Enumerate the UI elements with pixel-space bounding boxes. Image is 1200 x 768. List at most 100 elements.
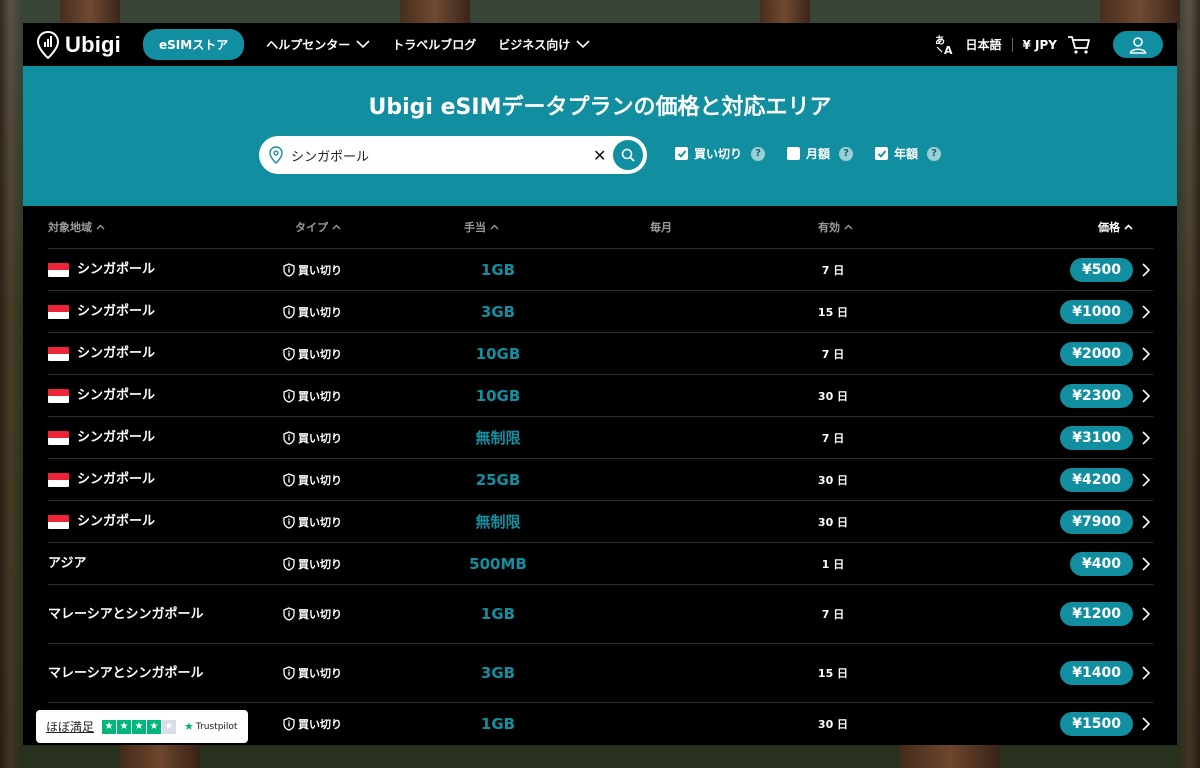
table-row[interactable]: シンガポール 買い切り 無制限 30 日 ¥7900 (48, 501, 1153, 543)
shield-info-icon (283, 472, 295, 487)
table-row[interactable]: シンガポール 買い切り 1GB 7 日 ¥500 (48, 249, 1153, 291)
table-row[interactable]: シンガポール 買い切り 10GB 7 日 ¥2000 (48, 333, 1153, 375)
trustpilot-rating-text[interactable]: ほぼ満足 (46, 718, 94, 735)
row-arrow[interactable] (1139, 333, 1153, 374)
shield-info-icon (283, 388, 295, 403)
allowance-cell: 1GB (480, 260, 516, 279)
col-price-header[interactable]: 価格 (1098, 219, 1133, 235)
price-button[interactable]: ¥1000 (1060, 299, 1133, 324)
search-icon (621, 148, 635, 162)
price-cell: ¥1500 (1060, 703, 1133, 745)
col-allowance-header[interactable]: 手当 (464, 219, 499, 235)
checkbox-checked[interactable] (875, 147, 889, 160)
checkbox-unchecked[interactable] (787, 147, 801, 160)
table-row[interactable]: シンガポール 買い切り 無制限 7 日 ¥3100 (48, 417, 1153, 459)
chevron-down-icon (356, 40, 370, 49)
plan-type: 買い切り (298, 515, 342, 529)
type-cell: 買い切り (283, 333, 342, 374)
col-label: 対象地域 (48, 221, 92, 234)
plan-type: 買い切り (298, 608, 342, 621)
nav-travel-blog[interactable]: トラベルブログ (392, 36, 476, 53)
region-cell: シンガポール (48, 249, 218, 290)
search-bar: ✕ (259, 136, 647, 174)
price-cell: ¥1000 (1060, 291, 1133, 332)
table-row[interactable]: マレーシアとシンガポール 買い切り 1GB 7 日 ¥1200 (48, 585, 1153, 644)
checkbox-checked[interactable] (675, 147, 688, 160)
trustpilot-widget[interactable]: ほぼ満足 ★ ★ ★ ★ ★ ★ Trustpilot (36, 710, 248, 743)
allowance-cell: 1GB (480, 715, 516, 733)
table-header: 対象地域 タイプ 手当 毎月 有効 価格 (48, 206, 1153, 249)
row-arrow[interactable] (1139, 459, 1153, 500)
language-selector[interactable]: 日本語 (966, 36, 1002, 53)
singapore-flag-icon (48, 430, 69, 445)
plan-type: 買い切り (298, 667, 342, 680)
currency-selector[interactable]: ¥ JPY (1023, 38, 1057, 52)
translate-icon[interactable]: あ A (934, 34, 956, 56)
help-icon[interactable]: ? (839, 146, 854, 161)
row-arrow[interactable] (1139, 543, 1153, 584)
search-input[interactable] (289, 146, 583, 164)
rating-star-icon: ★ (102, 719, 117, 734)
price-button[interactable]: ¥4200 (1060, 467, 1133, 492)
filter-monthly[interactable]: 月額 ? (787, 145, 854, 162)
price-cell: ¥1200 (1060, 585, 1133, 643)
search-button[interactable] (613, 140, 643, 170)
row-arrow[interactable] (1139, 501, 1153, 542)
chevron-right-icon (1142, 430, 1150, 445)
price-button[interactable]: ¥2000 (1060, 341, 1133, 366)
row-arrow[interactable] (1139, 375, 1153, 416)
row-arrow[interactable] (1139, 249, 1153, 290)
nav-business[interactable]: ビジネス向け (498, 36, 590, 53)
nav-help-center-label: ヘルプセンター (266, 38, 351, 52)
price-button[interactable]: ¥2300 (1060, 383, 1133, 408)
ubigi-logo[interactable]: Ubigi (37, 30, 121, 59)
nav-help-center[interactable]: ヘルプセンター (266, 36, 370, 53)
col-region-header[interactable]: 対象地域 (48, 219, 105, 235)
row-arrow[interactable] (1139, 703, 1153, 745)
plan-type-filters: 買い切り ? 月額 ? 年額 ? (675, 145, 942, 162)
validity-cell: 7 日 (821, 263, 845, 277)
table-row[interactable]: マレーシアとシンガポール 買い切り 3GB 15 日 ¥1400 (48, 644, 1153, 703)
rating-star-icon: ★ (117, 719, 132, 734)
price-cell: ¥400 (1070, 543, 1133, 584)
background-tree (900, 742, 1000, 768)
price-button[interactable]: ¥3100 (1060, 425, 1133, 450)
account-button[interactable] (1113, 31, 1163, 58)
esim-store-button[interactable]: eSIMストア (143, 29, 245, 60)
col-label: 価格 (1098, 221, 1120, 234)
help-icon[interactable]: ? (927, 146, 942, 161)
price-button[interactable]: ¥1500 (1060, 712, 1133, 736)
allowance-cell: 10GB (475, 344, 521, 363)
table-row[interactable]: シンガポール 買い切り 25GB 30 日 ¥4200 (48, 459, 1153, 501)
region-cell: マレーシアとシンガポール (48, 644, 218, 702)
plan-type: 買い切り (298, 431, 342, 445)
row-arrow[interactable] (1139, 585, 1153, 643)
table-row[interactable]: シンガポール 買い切り 10GB 30 日 ¥2300 (48, 375, 1153, 417)
price-button[interactable]: ¥1400 (1060, 661, 1133, 685)
col-validity-header[interactable]: 有効 (818, 219, 853, 235)
plans-table: 対象地域 タイプ 手当 毎月 有効 価格 シンガポール買い切り 1GB 7 日 … (48, 206, 1153, 745)
table-row[interactable]: アジア 買い切り 500MB 1 日 ¥400 (48, 543, 1153, 585)
filter-one-time[interactable]: 買い切り ? (675, 145, 766, 162)
cart-icon[interactable] (1067, 35, 1091, 55)
row-arrow[interactable] (1139, 417, 1153, 458)
row-arrow[interactable] (1139, 644, 1153, 702)
row-arrow[interactable] (1139, 291, 1153, 332)
type-cell: 買い切り (283, 249, 342, 290)
region-name: シンガポール (77, 388, 156, 403)
col-type-header[interactable]: タイプ (295, 219, 341, 235)
clear-search-icon[interactable]: ✕ (593, 146, 606, 165)
price-button[interactable]: ¥500 (1070, 257, 1133, 282)
map-pin-icon (269, 146, 283, 164)
plan-type: 買い切り (298, 263, 342, 277)
price-button[interactable]: ¥1200 (1060, 602, 1133, 626)
help-icon[interactable]: ? (751, 146, 766, 161)
filter-yearly[interactable]: 年額 ? (875, 145, 942, 162)
col-monthly-header[interactable]: 毎月 (650, 219, 672, 235)
price-button[interactable]: ¥400 (1070, 551, 1133, 576)
price-button[interactable]: ¥7900 (1060, 509, 1133, 534)
table-row[interactable]: シンガポール 買い切り 3GB 15 日 ¥1000 (48, 291, 1153, 333)
plan-type: 買い切り (298, 389, 342, 403)
region-cell: マレーシアとシンガポール (48, 585, 218, 643)
filter-label: 月額 (806, 147, 831, 161)
